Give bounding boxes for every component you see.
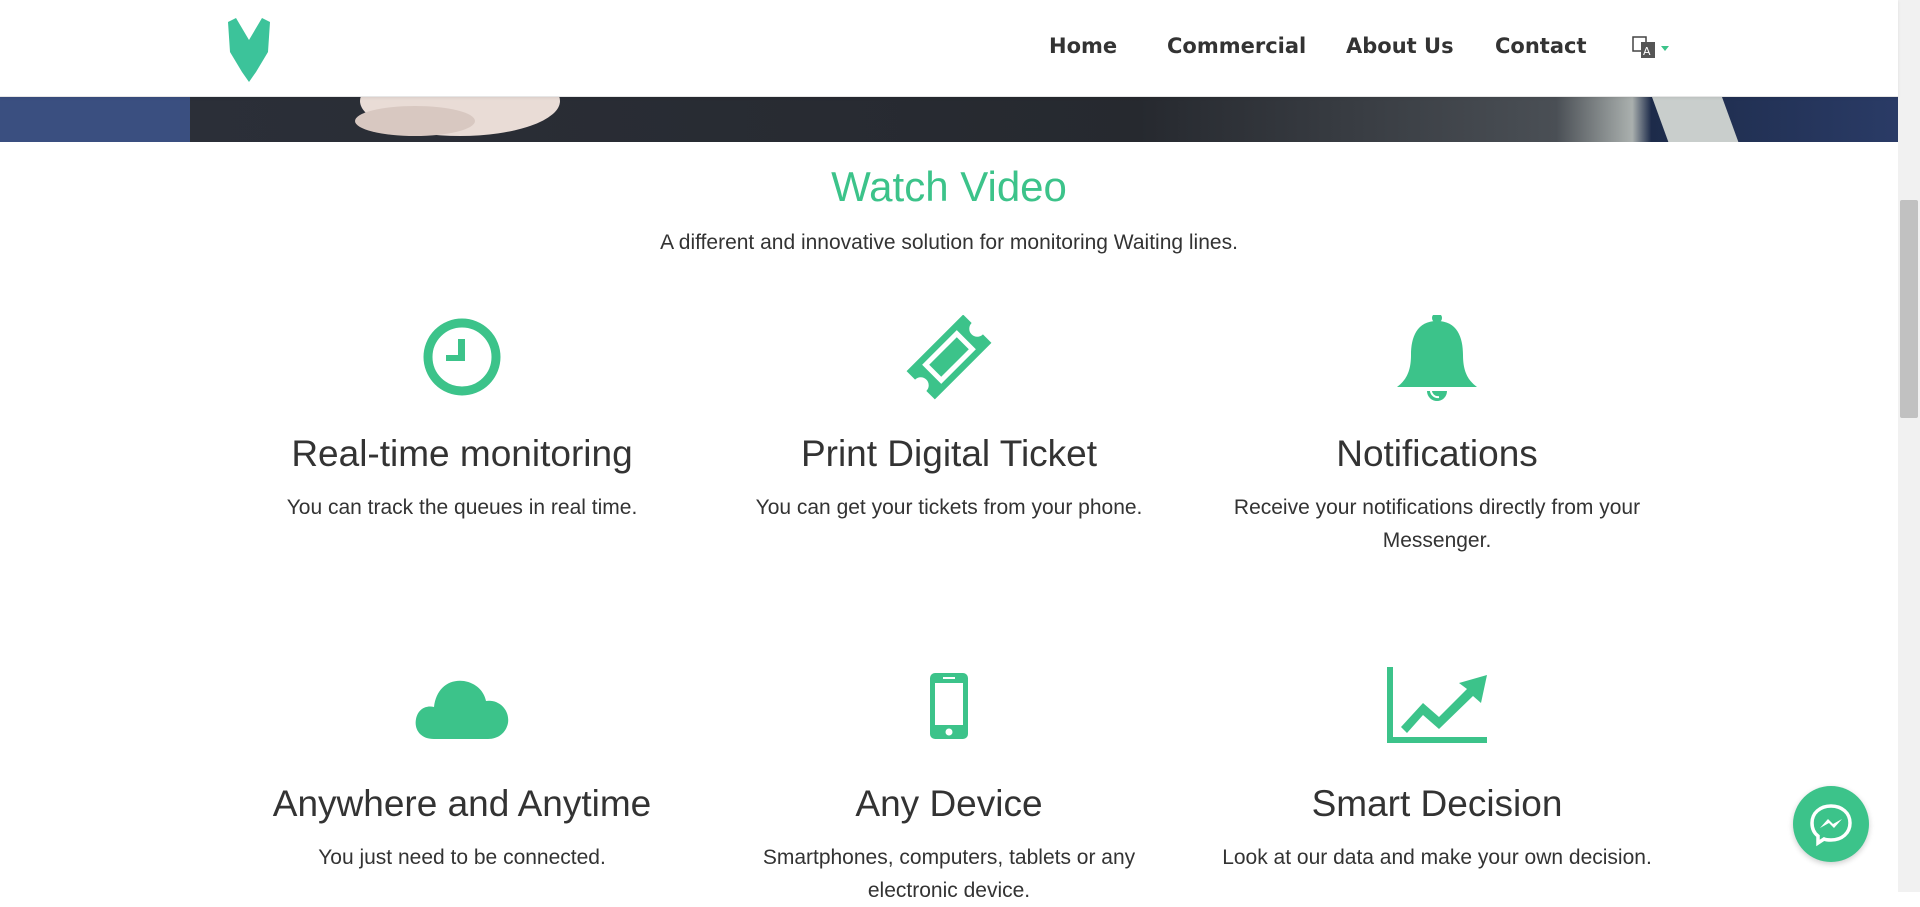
feature-text: You can track the queues in real time. bbox=[286, 496, 638, 519]
feature-title: Anywhere and Anytime bbox=[272, 783, 652, 824]
hero-image bbox=[0, 96, 1898, 142]
section-title[interactable]: Watch Video bbox=[0, 163, 1898, 211]
feature-text: You just need to be connected. bbox=[318, 846, 606, 869]
language-dropdown[interactable]: A bbox=[1632, 34, 1672, 62]
navbar: Home Commercial About Us Contact A bbox=[0, 0, 1898, 97]
feature-text: Receive your notifications directly from… bbox=[1233, 496, 1641, 552]
feature-title: Any Device bbox=[855, 783, 1043, 824]
svg-text:A: A bbox=[1643, 45, 1651, 58]
nav-contact[interactable]: Contact bbox=[1495, 34, 1587, 58]
feature-text: Look at our data and make your own decis… bbox=[1222, 846, 1652, 869]
logo[interactable] bbox=[226, 18, 272, 82]
nav-home[interactable]: Home bbox=[1049, 34, 1117, 58]
translate-icon: A bbox=[1632, 36, 1669, 58]
feature-title: Smart Decision bbox=[1311, 783, 1563, 824]
feature-title: Notifications bbox=[1336, 433, 1538, 474]
messenger-chat-button[interactable] bbox=[1793, 786, 1869, 862]
scrollbar[interactable] bbox=[1898, 0, 1920, 892]
ticket-icon bbox=[906, 315, 992, 400]
section-subtitle: A different and innovative solution for … bbox=[660, 231, 1238, 254]
bell-icon bbox=[1397, 315, 1477, 401]
messenger-icon bbox=[1810, 804, 1852, 847]
chart-line-icon bbox=[1387, 667, 1487, 743]
feature-title: Print Digital Ticket bbox=[800, 433, 1098, 474]
feature-text: Smartphones, computers, tablets or any e… bbox=[762, 846, 1136, 902]
cloud-icon bbox=[415, 680, 509, 739]
mobile-icon bbox=[930, 673, 968, 739]
feature-title: Real-time monitoring bbox=[291, 433, 633, 474]
caret-down-icon bbox=[1661, 46, 1669, 51]
nav-commercial[interactable]: Commercial bbox=[1167, 34, 1306, 58]
nav-about-us[interactable]: About Us bbox=[1346, 34, 1454, 58]
scrollbar-thumb[interactable] bbox=[1900, 200, 1918, 418]
clock-icon bbox=[423, 318, 501, 396]
feature-text: You can get your tickets from your phone… bbox=[755, 496, 1143, 519]
